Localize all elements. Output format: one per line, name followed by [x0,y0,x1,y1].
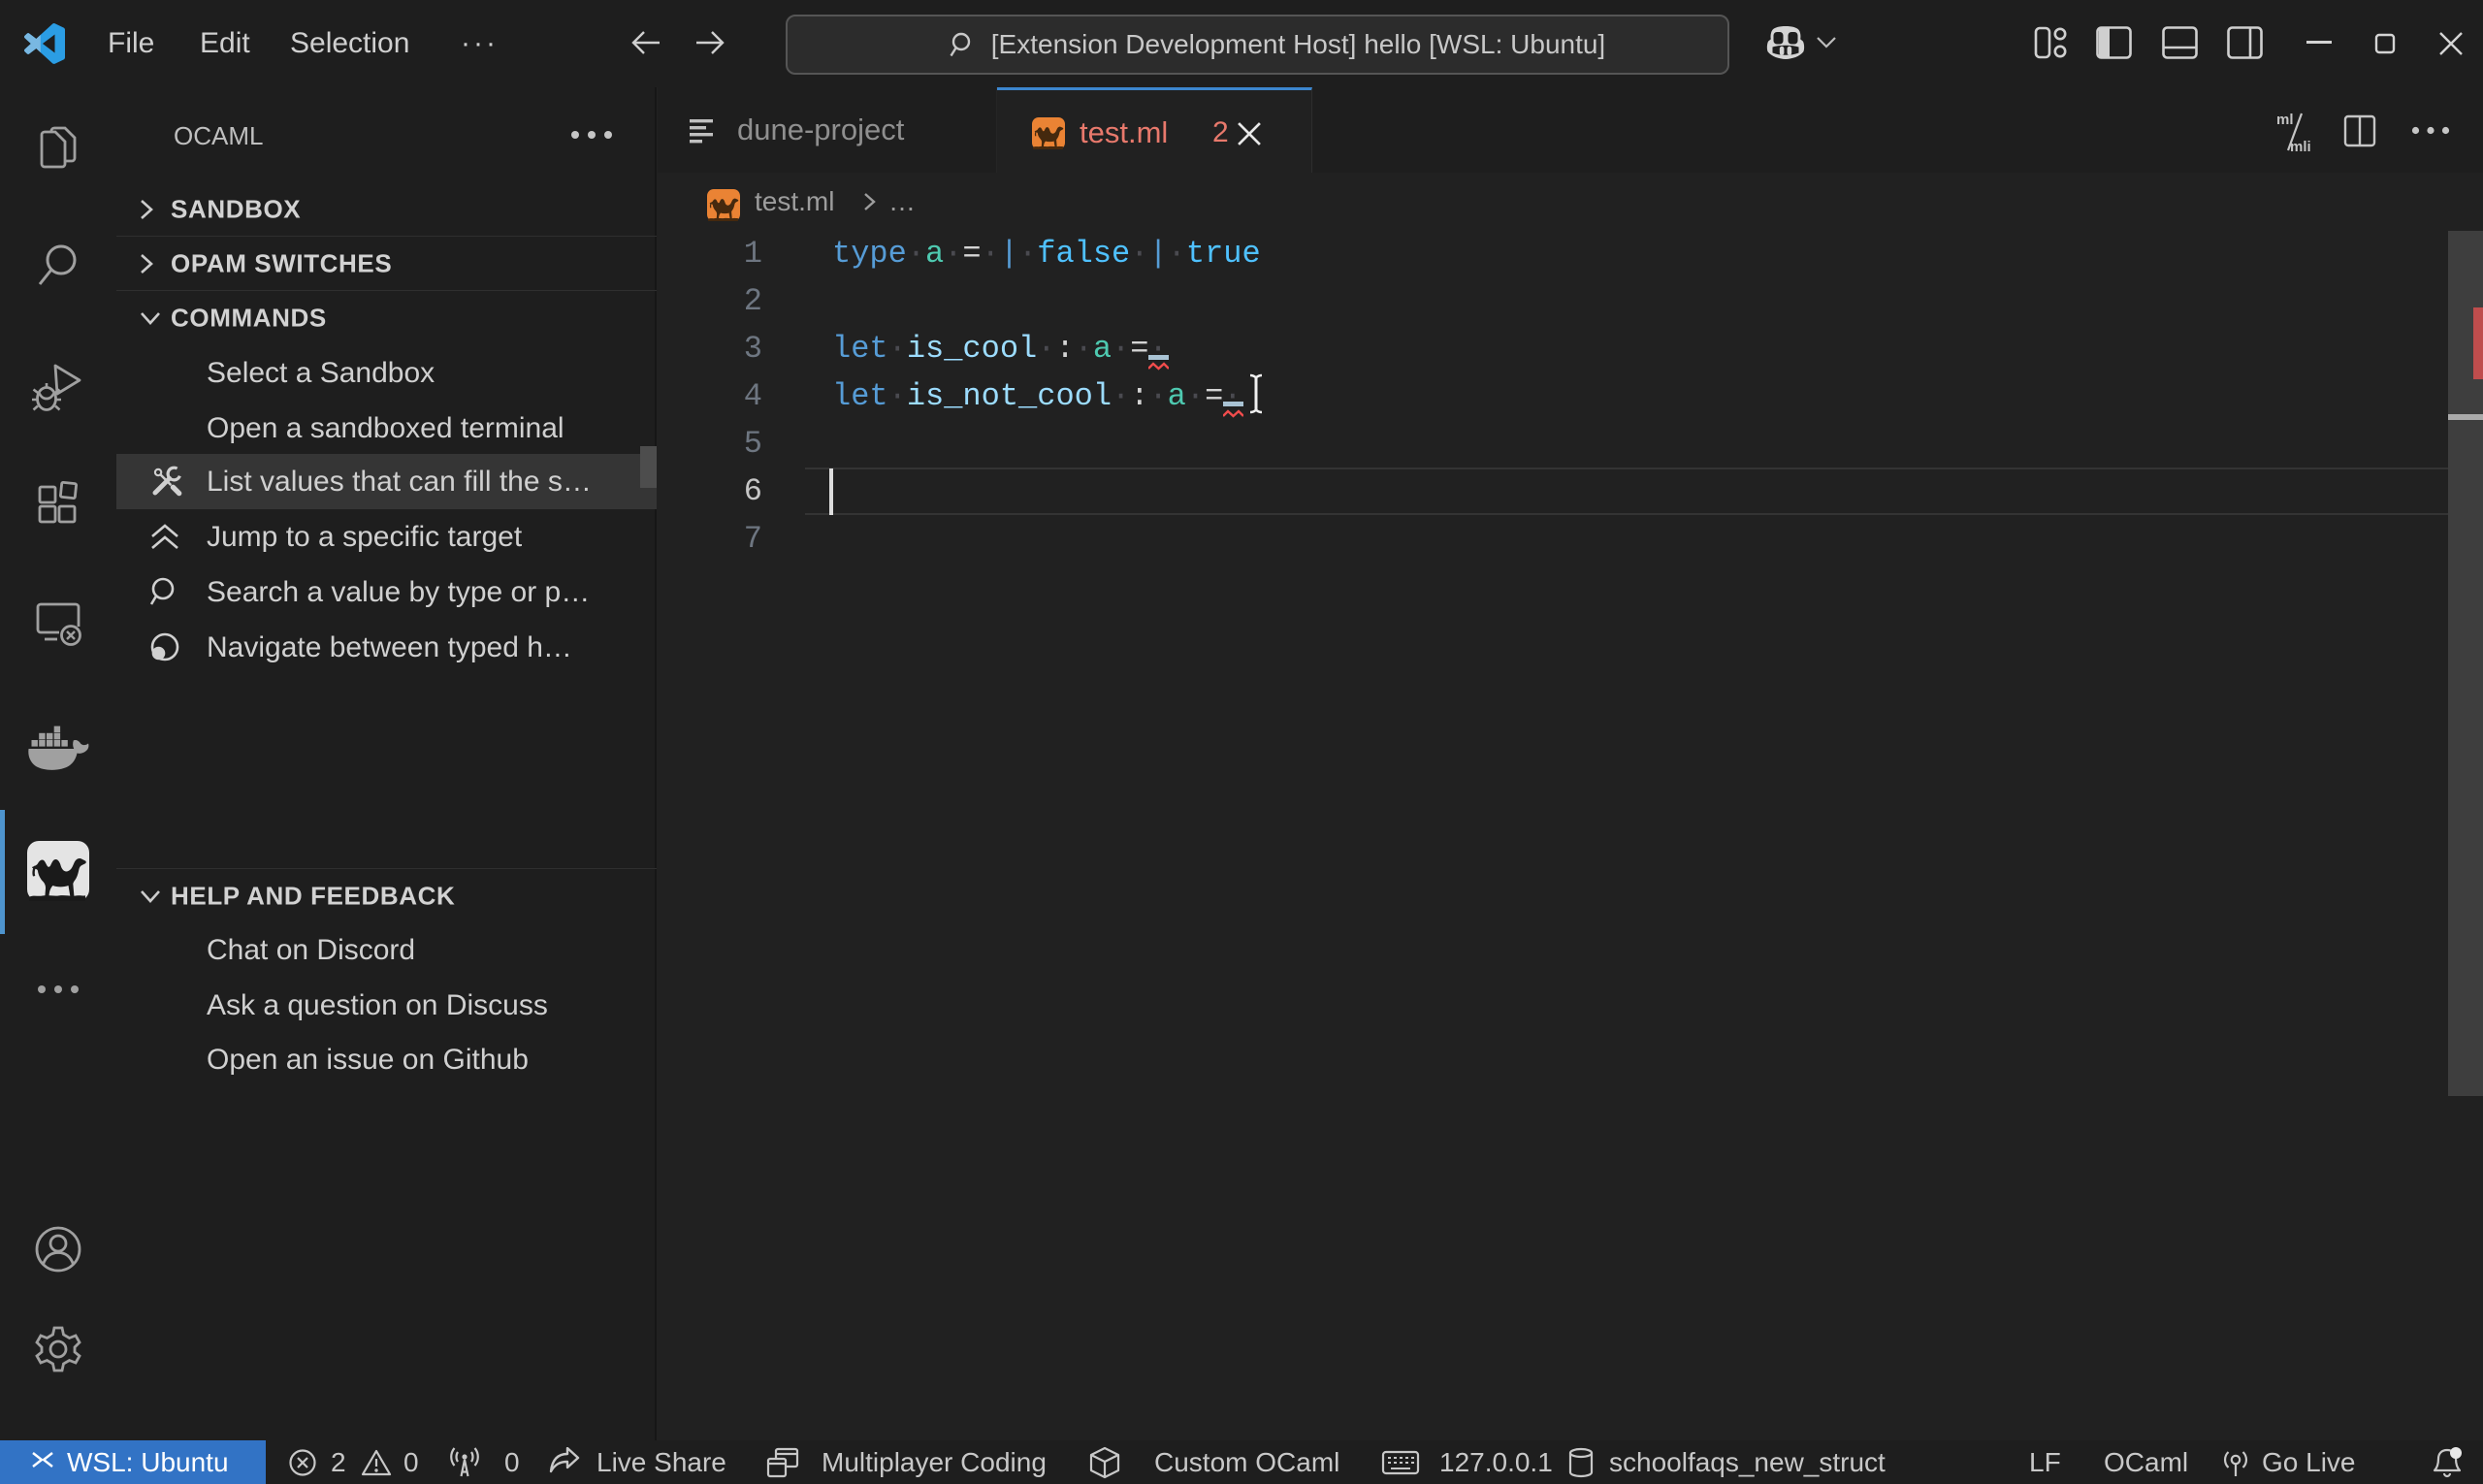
svg-text:ml: ml [2276,112,2294,128]
svg-text:mli: mli [2290,139,2311,155]
